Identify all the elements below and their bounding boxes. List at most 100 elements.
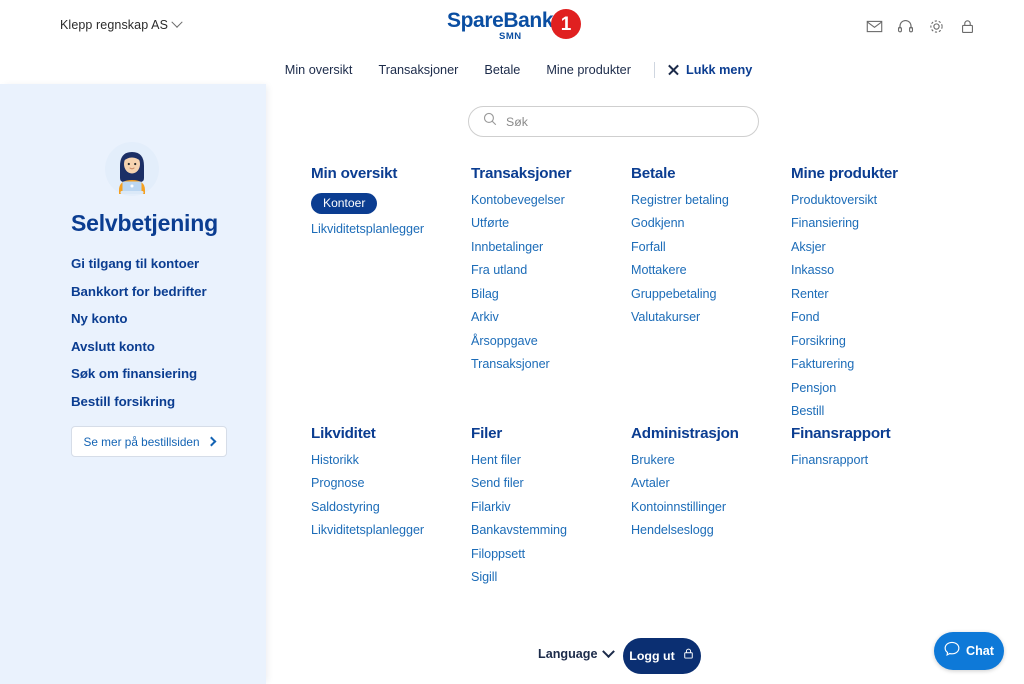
menu-link-utf-rte[interactable]: Utførte (471, 216, 629, 230)
menu-link-bestill[interactable]: Bestill (791, 404, 949, 418)
menu-column-transaksjoner: Transaksjoner Kontobevegelser Utførte Innbe… (471, 165, 629, 381)
chat-widget-button[interactable]: Chat (934, 632, 1004, 670)
menu-link-likviditetsplanlegger[interactable]: Likviditetsplanlegger (311, 523, 469, 537)
menu-link-fra-utland[interactable]: Fra utland (471, 263, 629, 277)
menu-column-administrasjon: Administrasjon Brukere Avtaler Kontoinnstil… (631, 425, 789, 547)
language-selector[interactable]: Language (538, 644, 616, 661)
column-title-finansrapport: Finansrapport (791, 425, 891, 442)
menu-link-registrer-betaling[interactable]: Registrer betaling (631, 193, 789, 207)
sidebar-item-bankkort[interactable]: Bankkort for bedrifter (71, 284, 261, 299)
menu-link-send-filer[interactable]: Send filer (471, 476, 629, 490)
menu-link-innbetalinger[interactable]: Innbetalinger (471, 240, 629, 254)
menu-link-produktoversikt[interactable]: Produktoversikt (791, 193, 949, 207)
main-navigation: Min oversikt Transaksjoner Betale Mine p… (0, 55, 1024, 85)
logo-wordmark: SpareBank (447, 9, 554, 32)
sidebar-title: Selvbetjening (71, 210, 218, 236)
chevron-right-icon (206, 436, 216, 447)
menu-link-hendelseslogg[interactable]: Hendelseslogg (631, 523, 789, 537)
menu-link-arkiv[interactable]: Arkiv (471, 310, 629, 324)
logout-label: Logg ut (629, 649, 675, 663)
menu-link-avtaler[interactable]: Avtaler (631, 476, 789, 490)
order-page-button[interactable]: Se mer på bestillsiden (71, 426, 227, 457)
nav-item-mine-produkter[interactable]: Mine produkter (533, 63, 644, 77)
menu-link-mottakere[interactable]: Mottakere (631, 263, 789, 277)
company-selector[interactable]: Klepp regnskap AS (60, 16, 183, 32)
sidebar-item-avslutt-konto[interactable]: Avslutt konto (71, 339, 261, 354)
menu-link-renter[interactable]: Renter (791, 287, 949, 301)
menu-link-godkjenn[interactable]: Godkjenn (631, 216, 789, 230)
menu-link-fond[interactable]: Fond (791, 310, 949, 324)
column-title-min-oversikt: Min oversikt (311, 165, 398, 182)
column-title-administrasjon: Administrasjon (631, 425, 739, 442)
menu-link-kontoinnstillinger[interactable]: Kontoinnstillinger (631, 500, 789, 514)
logout-button[interactable]: Logg ut (623, 638, 701, 674)
column-title-filer: Filer (471, 425, 503, 442)
nav-divider (653, 62, 655, 78)
column-title-mine-produkter: Mine produkter (791, 165, 898, 182)
nav-item-betale[interactable]: Betale (471, 63, 533, 77)
menu-link-kontobevegelser[interactable]: Kontobevegelser (471, 193, 629, 207)
sidebar-item-forsikring[interactable]: Bestill forsikring (71, 394, 261, 409)
language-label: Language (538, 647, 598, 661)
menu-link-finansrapport[interactable]: Finansrapport (791, 453, 949, 467)
menu-column-betale: Betale Registrer betaling Godkjenn Forfall M… (631, 165, 789, 334)
menu-link-pensjon[interactable]: Pensjon (791, 381, 949, 395)
top-header: Klepp regnskap AS SpareBank SMN 1 (0, 0, 1024, 52)
menu-link-likviditetsplanlegger[interactable]: Likviditetsplanlegger (311, 222, 469, 236)
sidebar-link-list: Gi tilgang til kontoer Bankkort for bedr… (71, 256, 261, 421)
menu-column-likviditet: Likviditet Historikk Prognose Saldostyring L… (311, 425, 469, 547)
avatar (103, 140, 161, 198)
selvbetjening-sidebar: Selvbetjening Gi tilgang til kontoer Ban… (0, 84, 266, 684)
column-title-betale: Betale (631, 165, 676, 182)
logo-subtext: SMN (499, 31, 522, 42)
gear-icon[interactable] (928, 18, 945, 35)
menu-column-filer: Filer Hent filer Send filer Filarkiv Bankavs… (471, 425, 629, 594)
menu-link-aksjer[interactable]: Aksjer (791, 240, 949, 254)
sparebank1-logo[interactable]: SpareBank SMN 1 (447, 6, 581, 46)
chat-bubble-icon (944, 641, 960, 662)
sidebar-item-ny-konto[interactable]: Ny konto (71, 311, 261, 326)
lock-icon[interactable] (959, 18, 976, 35)
menu-link-prognose[interactable]: Prognose (311, 476, 469, 490)
sidebar-item-gi-tilgang[interactable]: Gi tilgang til kontoer (71, 256, 261, 271)
menu-link-gruppebetaling[interactable]: Gruppebetaling (631, 287, 789, 301)
menu-link-forsikring[interactable]: Forsikring (791, 334, 949, 348)
menu-link-bankavstemming[interactable]: Bankavstemming (471, 523, 629, 537)
close-icon (667, 64, 679, 76)
header-icon-group (866, 18, 976, 35)
mail-icon[interactable] (866, 18, 883, 35)
chevron-down-icon (171, 16, 183, 28)
sidebar-item-finansiering[interactable]: Søk om finansiering (71, 366, 261, 381)
chat-label: Chat (966, 644, 994, 658)
menu-link-inkasso[interactable]: Inkasso (791, 263, 949, 277)
menu-link-fakturering[interactable]: Fakturering (791, 357, 949, 371)
menu-link-forfall[interactable]: Forfall (631, 240, 789, 254)
menu-link-hent-filer[interactable]: Hent filer (471, 453, 629, 467)
menu-pill-kontoer[interactable]: Kontoer (311, 193, 378, 214)
menu-link-saldostyring[interactable]: Saldostyring (311, 500, 469, 514)
column-title-likviditet: Likviditet (311, 425, 376, 442)
menu-link-historikk[interactable]: Historikk (311, 453, 469, 467)
close-menu-label: Lukk meny (685, 63, 753, 77)
menu-link-sigill[interactable]: Sigill (471, 570, 629, 584)
menu-link-transaksjoner[interactable]: Transaksjoner (471, 357, 629, 371)
chevron-down-icon (602, 644, 616, 658)
menu-link--rsoppgave[interactable]: Årsoppgave (471, 334, 629, 348)
headset-icon[interactable] (897, 18, 914, 35)
menu-link-valutakurser[interactable]: Valutakurser (631, 310, 789, 324)
close-menu-button[interactable]: Lukk meny (665, 63, 752, 77)
menu-column-mine-produkter: Mine produkter Produktoversikt Finansierin… (791, 165, 949, 428)
menu-column-min-oversikt: Min oversikt Kontoer Likviditetsplanlegger (311, 165, 469, 245)
menu-link-brukere[interactable]: Brukere (631, 453, 789, 467)
menu-column-finansrapport: Finansrapport Finansrapport (791, 425, 949, 476)
menu-link-filarkiv[interactable]: Filarkiv (471, 500, 629, 514)
column-title-transaksjoner: Transaksjoner (471, 165, 572, 182)
nav-item-transaksjoner[interactable]: Transaksjoner (365, 63, 471, 77)
nav-item-min-oversikt[interactable]: Min oversikt (272, 63, 366, 77)
lock-icon (682, 647, 695, 665)
logo-badge-one: 1 (551, 9, 581, 39)
menu-link-filoppsett[interactable]: Filoppsett (471, 547, 629, 561)
menu-link-bilag[interactable]: Bilag (471, 287, 629, 301)
menu-link-finansiering[interactable]: Finansiering (791, 216, 949, 230)
company-name: Klepp regnskap AS (60, 18, 169, 32)
